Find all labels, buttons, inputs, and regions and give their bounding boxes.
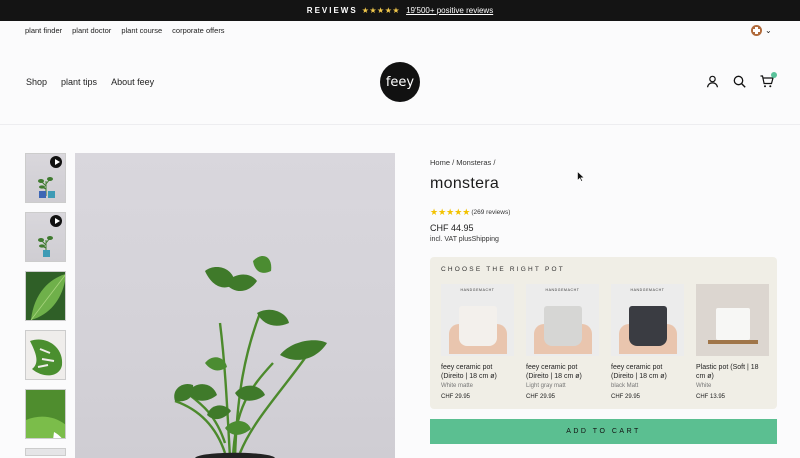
pot-name: feey ceramic pot (Direito | 18 cm ø) [441,364,497,380]
header-divider [0,124,800,125]
thumbnail-video-2[interactable] [25,212,66,262]
header-actions [706,72,777,88]
breadcrumb[interactable]: Home / Monsteras / [430,158,780,167]
blue-pot [39,191,46,198]
reviews-label: REVIEWS [306,6,358,15]
main-nav: Shop plant tips About feey [26,77,154,87]
pot-color: White matte [441,383,474,389]
language-selector[interactable]: ⌄ [751,25,772,36]
pot-option-light-gray[interactable]: HANDGEMACHT feey ceramic pot (Direito | … [526,284,599,400]
pot-price: CHF 13.95 [696,394,726,400]
product-thumbnails [25,153,66,456]
leaf-detail-image [26,390,65,438]
pot-image: HANDGEMACHT [526,284,599,356]
pot-color: Light gray matt [526,383,566,389]
announcement-bar: REVIEWS ★★★★★ 19'500+ positive reviews [0,0,800,21]
pot-image: HANDGEMACHT [441,284,514,356]
pot-color: black Matt [611,383,639,389]
pot-name: Plastic pot (Soft | 18 cm ø) [696,364,759,380]
pot-price: CHF 29.95 [441,394,471,400]
wooden-stool [708,340,758,344]
monstera-plant-image [174,256,327,458]
product-rating[interactable]: ★★★★★ (269 reviews) [430,207,780,218]
vat-note: incl. VAT plusShipping [430,236,499,243]
review-count: (269 reviews) [471,209,511,216]
pot-image [696,284,769,356]
pot-name: feey ceramic pot (Direito | 18 cm ø) [611,364,667,380]
pot-selector: CHOOSE THE RIGHT POT HANDGEMACHT feey ce… [430,257,777,409]
product-price: CHF 44.95 [430,223,474,233]
pot-option-black[interactable]: HANDGEMACHT feey ceramic pot (Direito | … [611,284,684,400]
pot-vase [716,308,750,340]
positive-reviews-link[interactable]: 19'500+ positive reviews [406,6,493,15]
nav-link-plant-finder[interactable]: plant finder [25,26,62,35]
nav-about-feey[interactable]: About feey [111,77,154,87]
nav-plant-tips[interactable]: plant tips [61,77,97,87]
feey-logo[interactable]: feey [380,62,420,102]
nav-link-corporate-offers[interactable]: corporate offers [172,26,224,35]
brand-label: HANDGEMACHT [545,288,580,292]
cart-icon[interactable] [760,72,777,88]
play-icon [50,156,62,168]
brand-label: HANDGEMACHT [630,288,665,292]
pot-option-white-matte[interactable]: HANDGEMACHT feey ceramic pot (Direito | … [441,284,514,400]
pot-option-plastic-white[interactable]: Plastic pot (Soft | 18 cm ø) White CHF 1… [696,284,769,400]
pot-image: HANDGEMACHT [611,284,684,356]
nav-shop[interactable]: Shop [26,77,47,87]
pot-name: feey ceramic pot (Direito | 18 cm ø) [526,364,582,380]
thumbnail-more[interactable] [25,448,66,456]
pot-selector-title: CHOOSE THE RIGHT POT [441,266,565,273]
teal-pot [48,191,55,198]
pot-options: HANDGEMACHT feey ceramic pot (Direito | … [441,284,769,400]
monstera-leaf-image [26,331,65,379]
swiss-flag-icon [751,25,762,36]
pot-price: CHF 29.95 [526,394,556,400]
pot-vase [629,306,667,346]
chevron-down-icon: ⌄ [765,26,772,35]
rating-stars-icon: ★★★★★ [430,207,471,217]
pot-vase [459,306,497,346]
thumbnail-leaf-detail[interactable] [25,389,66,439]
thumbnail-leaf-closeup[interactable] [25,271,66,321]
nav-link-plant-course[interactable]: plant course [121,26,162,35]
brand-label: HANDGEMACHT [460,288,495,292]
mouse-cursor-icon [577,171,585,182]
thumbnail-monstera-leaf[interactable] [25,330,66,380]
add-to-cart-button[interactable]: ADD TO CART [430,419,777,444]
product-title: monstera [430,175,500,192]
product-details: Home / Monsteras / monstera ★★★★★ (269 r… [430,158,780,243]
pot-price: CHF 29.95 [611,394,641,400]
pot-color: White [696,383,712,389]
nav-link-plant-doctor[interactable]: plant doctor [72,26,111,35]
teal-pot [43,250,50,257]
user-icon[interactable] [706,75,719,88]
leaf-image [26,272,65,320]
pot-vase [544,306,582,346]
product-main-image[interactable] [75,153,395,458]
play-icon [50,215,62,227]
search-icon[interactable] [733,75,746,88]
thumbnail-video-1[interactable] [25,153,66,203]
rating-stars-icon: ★★★★★ [361,6,401,15]
secondary-nav: plant finder plant doctor plant course c… [25,26,225,35]
cart-badge [771,72,777,78]
